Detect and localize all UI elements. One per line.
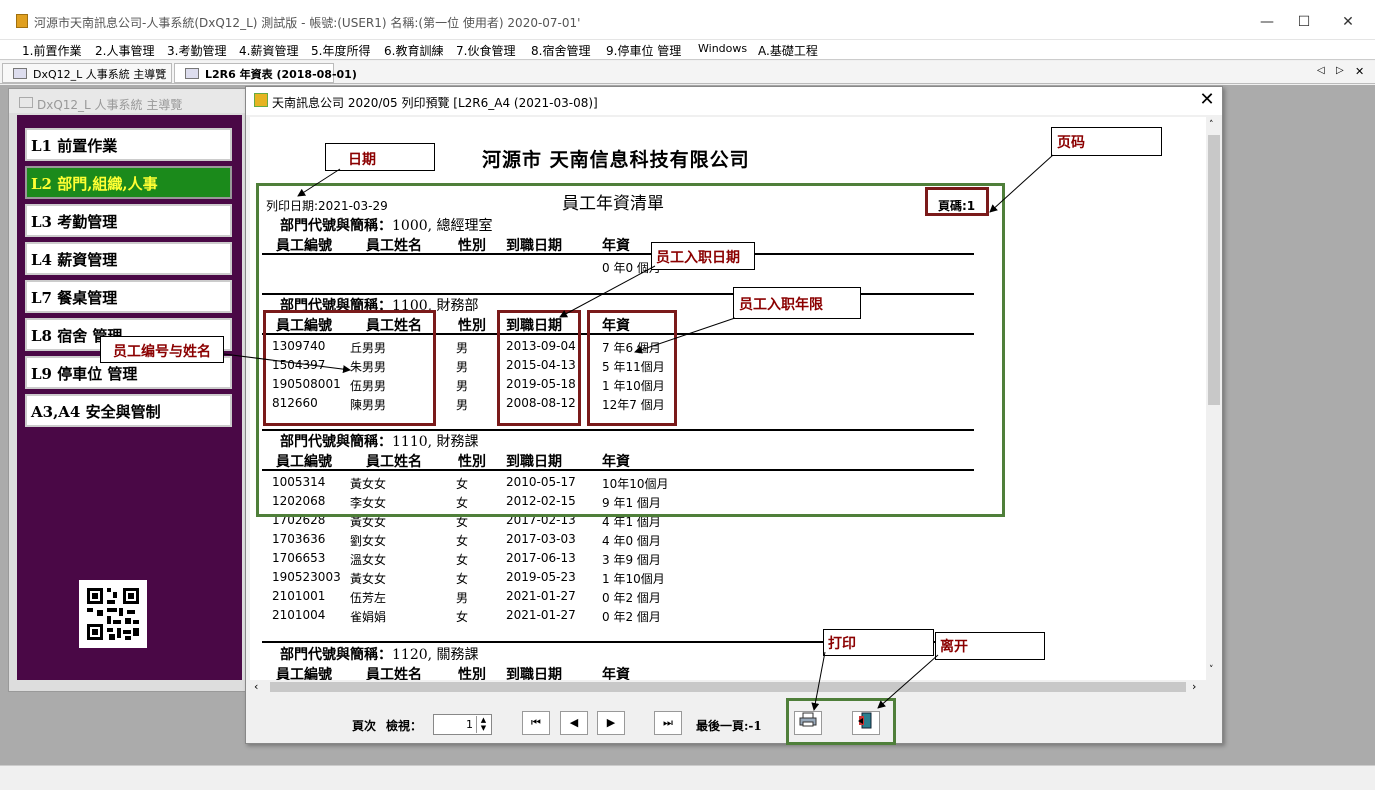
window-titlebar: 河源市天南訊息公司-人事系統(DxQ12_L) 測試版 - 帳號:(USER1)… bbox=[0, 0, 1375, 40]
menu-item-dorm[interactable]: 8.宿舍管理 bbox=[531, 42, 590, 59]
print-exit-highlight bbox=[786, 698, 896, 745]
nav-l3-attendance[interactable]: L3 考勤管理 bbox=[25, 204, 232, 237]
preview-app-icon bbox=[254, 93, 268, 107]
menu-item-base[interactable]: A.基礎工程 bbox=[758, 42, 818, 59]
menu-item-training[interactable]: 6.教育訓練 bbox=[384, 42, 443, 59]
callout-emp-id-name: 员工编号与姓名 bbox=[100, 336, 224, 363]
page-number-highlight bbox=[925, 187, 989, 216]
page-label: 頁次 bbox=[352, 719, 377, 733]
minimize-button[interactable]: — bbox=[1247, 10, 1287, 34]
nav-l7-meals[interactable]: L7 餐桌管理 bbox=[25, 280, 232, 313]
view-label: 檢視： bbox=[386, 719, 423, 733]
window-icon bbox=[185, 68, 199, 79]
tab-main-nav[interactable]: DxQ12_L 人事系統 主導覽 bbox=[2, 63, 172, 83]
status-bar bbox=[0, 765, 1375, 790]
window-icon bbox=[13, 68, 27, 79]
menu-item-salary[interactable]: 4.薪資管理 bbox=[239, 42, 298, 59]
menu-item-meals[interactable]: 7.伙食管理 bbox=[456, 42, 515, 59]
preview-titlebar: 天南訊息公司 2020/05 列印預覽 [L2R6_A4 (2021-03-08… bbox=[246, 87, 1222, 115]
menu-item-setup[interactable]: 1.前置作業 bbox=[22, 42, 81, 59]
callout-tenure: 员工入职年限 bbox=[733, 287, 861, 319]
preview-title: 天南訊息公司 2020/05 列印預覽 [L2R6_A4 (2021-03-08… bbox=[272, 96, 598, 110]
dept-heading: 部門代號與簡稱：1120, 關務課 bbox=[280, 647, 479, 663]
callout-print: 打印 bbox=[823, 629, 934, 656]
tab-bar: DxQ12_L 人事系統 主導覽 L2R6 年資表 (2018-08-01) ◁… bbox=[0, 61, 1375, 84]
emp-id-name-highlight bbox=[263, 310, 436, 426]
nav-panel: L1 前置作業 L2 部門,組織,人事 L3 考勤管理 L4 薪資管理 L7 餐… bbox=[17, 115, 242, 680]
scroll-thumb[interactable] bbox=[270, 682, 1186, 692]
nav-l2-dept-hr[interactable]: L2 部門,組織,人事 bbox=[25, 166, 232, 199]
next-page-button[interactable]: ▶ bbox=[597, 711, 625, 735]
nav-l1-setup[interactable]: L1 前置作業 bbox=[25, 128, 232, 161]
hire-date-highlight bbox=[497, 310, 581, 426]
last-page-button[interactable]: ⏭ bbox=[654, 711, 682, 735]
preview-close-button[interactable]: ✕ bbox=[1196, 89, 1218, 111]
callout-page: 页码 bbox=[1051, 127, 1162, 156]
scroll-up-icon[interactable]: ˄ bbox=[1209, 120, 1214, 130]
stepper-arrows-icon[interactable]: ▲ ▼ bbox=[476, 716, 490, 733]
callout-hire-date: 员工入职日期 bbox=[651, 242, 755, 270]
window-title: 河源市天南訊息公司-人事系統(DxQ12_L) 測試版 - 帳號:(USER1)… bbox=[34, 16, 581, 30]
nav-l4-salary[interactable]: L4 薪資管理 bbox=[25, 242, 232, 275]
page-input[interactable]: 1 bbox=[466, 718, 473, 731]
scroll-thumb[interactable] bbox=[1208, 135, 1220, 405]
tab-close-icon[interactable]: ✕ bbox=[1355, 65, 1364, 78]
prev-page-button[interactable]: ◀ bbox=[560, 711, 588, 735]
nav-window-title: DxQ12_L 人事系統 主導覽 bbox=[9, 89, 248, 113]
menu-item-windows[interactable]: Windows bbox=[698, 42, 747, 55]
menu-bar: 1.前置作業 2.人事管理 3.考勤管理 4.薪資管理 5.年度所得 6.教育訓… bbox=[0, 40, 1375, 60]
qr-code bbox=[79, 580, 147, 648]
close-button[interactable]: ✕ bbox=[1328, 10, 1368, 34]
scroll-right-icon[interactable]: › bbox=[1192, 680, 1196, 693]
callout-date: 日期 bbox=[325, 143, 435, 171]
menu-item-attendance[interactable]: 3.考勤管理 bbox=[167, 42, 226, 59]
main-nav-window: DxQ12_L 人事系統 主導覽 L1 前置作業 L2 部門,組織,人事 L3 … bbox=[8, 88, 249, 692]
tab-next-icon[interactable]: ▷ bbox=[1336, 65, 1344, 76]
tab-prev-icon[interactable]: ◁ bbox=[1317, 65, 1325, 76]
scroll-down-icon[interactable]: ˅ bbox=[1209, 665, 1214, 675]
tab-l2r6[interactable]: L2R6 年資表 (2018-08-01) bbox=[174, 63, 357, 83]
menu-item-hr[interactable]: 2.人事管理 bbox=[95, 42, 154, 59]
last-page-text: 最後一頁:-1 bbox=[696, 719, 762, 733]
first-page-button[interactable]: ⏮ bbox=[522, 711, 550, 735]
vertical-scrollbar[interactable]: ˄ ˅ bbox=[1206, 117, 1222, 682]
company-name: 河源市 天南信息科技有限公司 bbox=[482, 149, 750, 171]
menu-item-parking[interactable]: 9.停車位 管理 bbox=[606, 42, 681, 59]
maximize-button[interactable]: ☐ bbox=[1284, 10, 1324, 34]
callout-exit: 离开 bbox=[935, 632, 1045, 660]
scroll-left-icon[interactable]: ‹ bbox=[254, 680, 258, 693]
nav-a3a4-security[interactable]: A3,A4 安全與管制 bbox=[25, 394, 232, 427]
horizontal-scrollbar[interactable]: ‹ › bbox=[250, 680, 1206, 695]
tenure-highlight bbox=[587, 310, 677, 426]
window-icon bbox=[19, 97, 33, 108]
preview-footer: 頁次 檢視： 1 ▲ ▼ ⏮ ◀ ▶ ⏭ 最後一頁:-1 bbox=[246, 697, 1222, 743]
app-icon bbox=[16, 14, 28, 28]
page-number-stepper[interactable]: 1 ▲ ▼ bbox=[433, 714, 492, 735]
menu-item-income[interactable]: 5.年度所得 bbox=[311, 42, 370, 59]
